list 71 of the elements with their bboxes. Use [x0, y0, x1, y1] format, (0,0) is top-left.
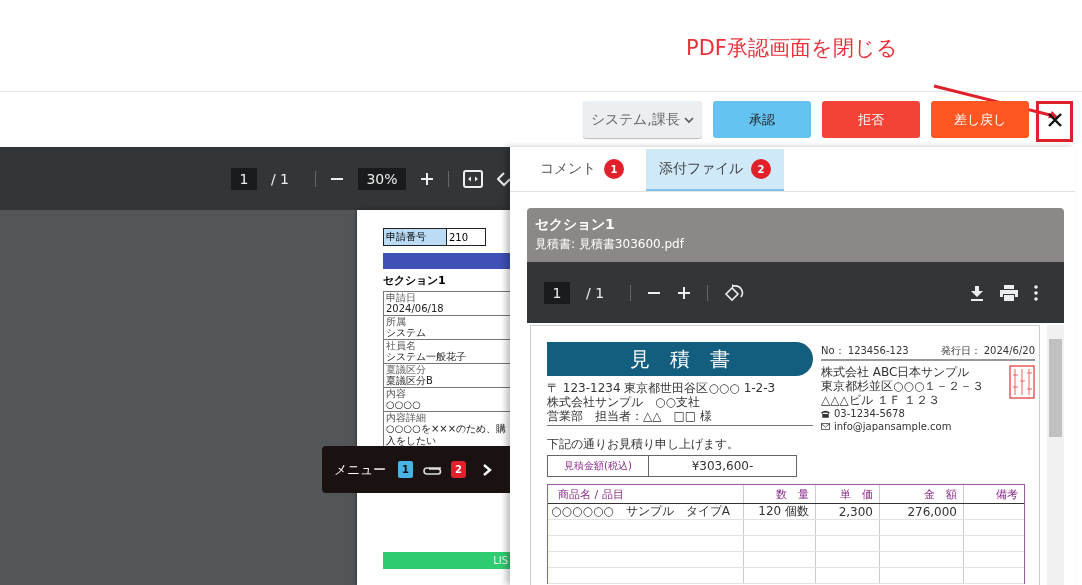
field-label: 稟議区分 — [386, 364, 427, 375]
quote-number: No： 123456-123 — [821, 344, 909, 358]
action-button[interactable]: 承認 — [713, 101, 811, 138]
table-cell: ○○○○○○ サンプル タイプA — [548, 504, 744, 519]
section-title: セクション1 — [535, 216, 616, 234]
table-cell: 120 個数 — [744, 504, 816, 519]
total-amount: ¥303,600- — [690, 458, 755, 475]
column-header: 金 額 — [880, 485, 964, 503]
table-cell: 2,300 — [816, 504, 880, 519]
comment-count-badge[interactable]: 1 — [398, 461, 413, 478]
field-label: 所属 — [386, 316, 407, 327]
download-icon[interactable] — [970, 284, 984, 301]
column-header: 数 量 — [744, 485, 816, 503]
page-total: / 1 — [586, 284, 605, 301]
print-icon[interactable] — [1000, 284, 1018, 301]
field-label: 内容詳細 — [386, 412, 427, 423]
quote-title: 見 積 書 — [547, 342, 813, 376]
highlight-frame — [1036, 101, 1073, 142]
field-value: システム — [386, 327, 427, 339]
field-value: システム一般花子 — [386, 351, 467, 363]
file-name: 見積書: 見積書303600.pdf — [535, 236, 686, 253]
field-label: 内容 — [386, 388, 407, 399]
form-label: 申請番号 — [384, 229, 447, 245]
phone-number: 03-1234-5678 — [834, 407, 905, 420]
section-title: セクション1 — [383, 273, 447, 288]
chevron-down-icon — [683, 115, 694, 124]
page-number-field[interactable]: 1 — [230, 167, 257, 190]
panel-tab[interactable]: コメント 1 — [527, 149, 637, 191]
zoom-in-icon[interactable] — [677, 285, 692, 300]
page-total: / 1 — [270, 170, 289, 187]
page-number-field[interactable]: 1 — [544, 281, 570, 304]
fit-width-icon[interactable] — [463, 169, 483, 188]
phone-icon — [821, 409, 830, 418]
total-label: 見積金額(税込) — [548, 456, 649, 476]
zoom-in-icon[interactable] — [420, 171, 434, 186]
attachment-count-badge[interactable]: 2 — [451, 461, 466, 478]
close-icon — [1048, 112, 1062, 127]
issuer-line: 東京都杉並区○○○１－２－３ — [821, 379, 985, 393]
field-label: 申請日 — [386, 292, 417, 303]
count-badge: 2 — [751, 159, 771, 179]
menu-label: メニュー — [334, 460, 386, 479]
issuer-line: △△△ビル １Ｆ １２３ — [821, 393, 942, 407]
zoom-field[interactable]: 30% — [358, 167, 406, 190]
more-icon[interactable] — [1034, 284, 1038, 301]
column-header: 商品名 / 品目 — [548, 485, 744, 503]
stamp-icon — [1009, 365, 1035, 399]
field-value: ○○○○ — [386, 399, 422, 411]
panel-tab[interactable]: 添付ファイル 2 — [646, 149, 784, 191]
field-value: 2024/06/18 — [386, 303, 445, 315]
recipient-line: 〒 123-1234 東京都世田谷区○○○ 1-2-3 — [547, 381, 777, 395]
chevron-right-icon[interactable] — [482, 462, 492, 477]
issuer-line: 株式会社 ABC日本サンプル — [821, 365, 971, 379]
action-button[interactable]: 拒否 — [822, 101, 920, 138]
count-badge: 1 — [604, 159, 624, 179]
quote-note: 下記の通りお見積り申し上げます。 — [547, 436, 740, 453]
field-value: ○○○○を×××のため、購入をしたい — [386, 423, 508, 447]
approver-dropdown[interactable]: システム,課長 — [583, 101, 702, 138]
recipient-line: 株式会社サンプル ○○支社 — [547, 395, 701, 409]
scrollbar[interactable] — [1047, 325, 1064, 585]
form-value: 210 — [448, 230, 469, 245]
email-address: info@japansample.com — [834, 420, 952, 433]
recipient-line: 営業部 担当者：△△ □□ 様 — [547, 409, 713, 423]
table-cell: 276,000 — [880, 504, 964, 519]
field-value: 稟議区分B — [386, 375, 434, 387]
issue-date: 発行日： 2024/6/20 — [940, 344, 1035, 358]
annotation-text: PDF承認画面を閉じる — [686, 35, 898, 62]
column-header: 備考 — [995, 486, 1019, 503]
mail-icon — [821, 423, 830, 430]
column-header: 単 価 — [816, 485, 880, 503]
field-label: 社員名 — [386, 340, 417, 351]
footer-bar: LIS — [383, 552, 510, 569]
